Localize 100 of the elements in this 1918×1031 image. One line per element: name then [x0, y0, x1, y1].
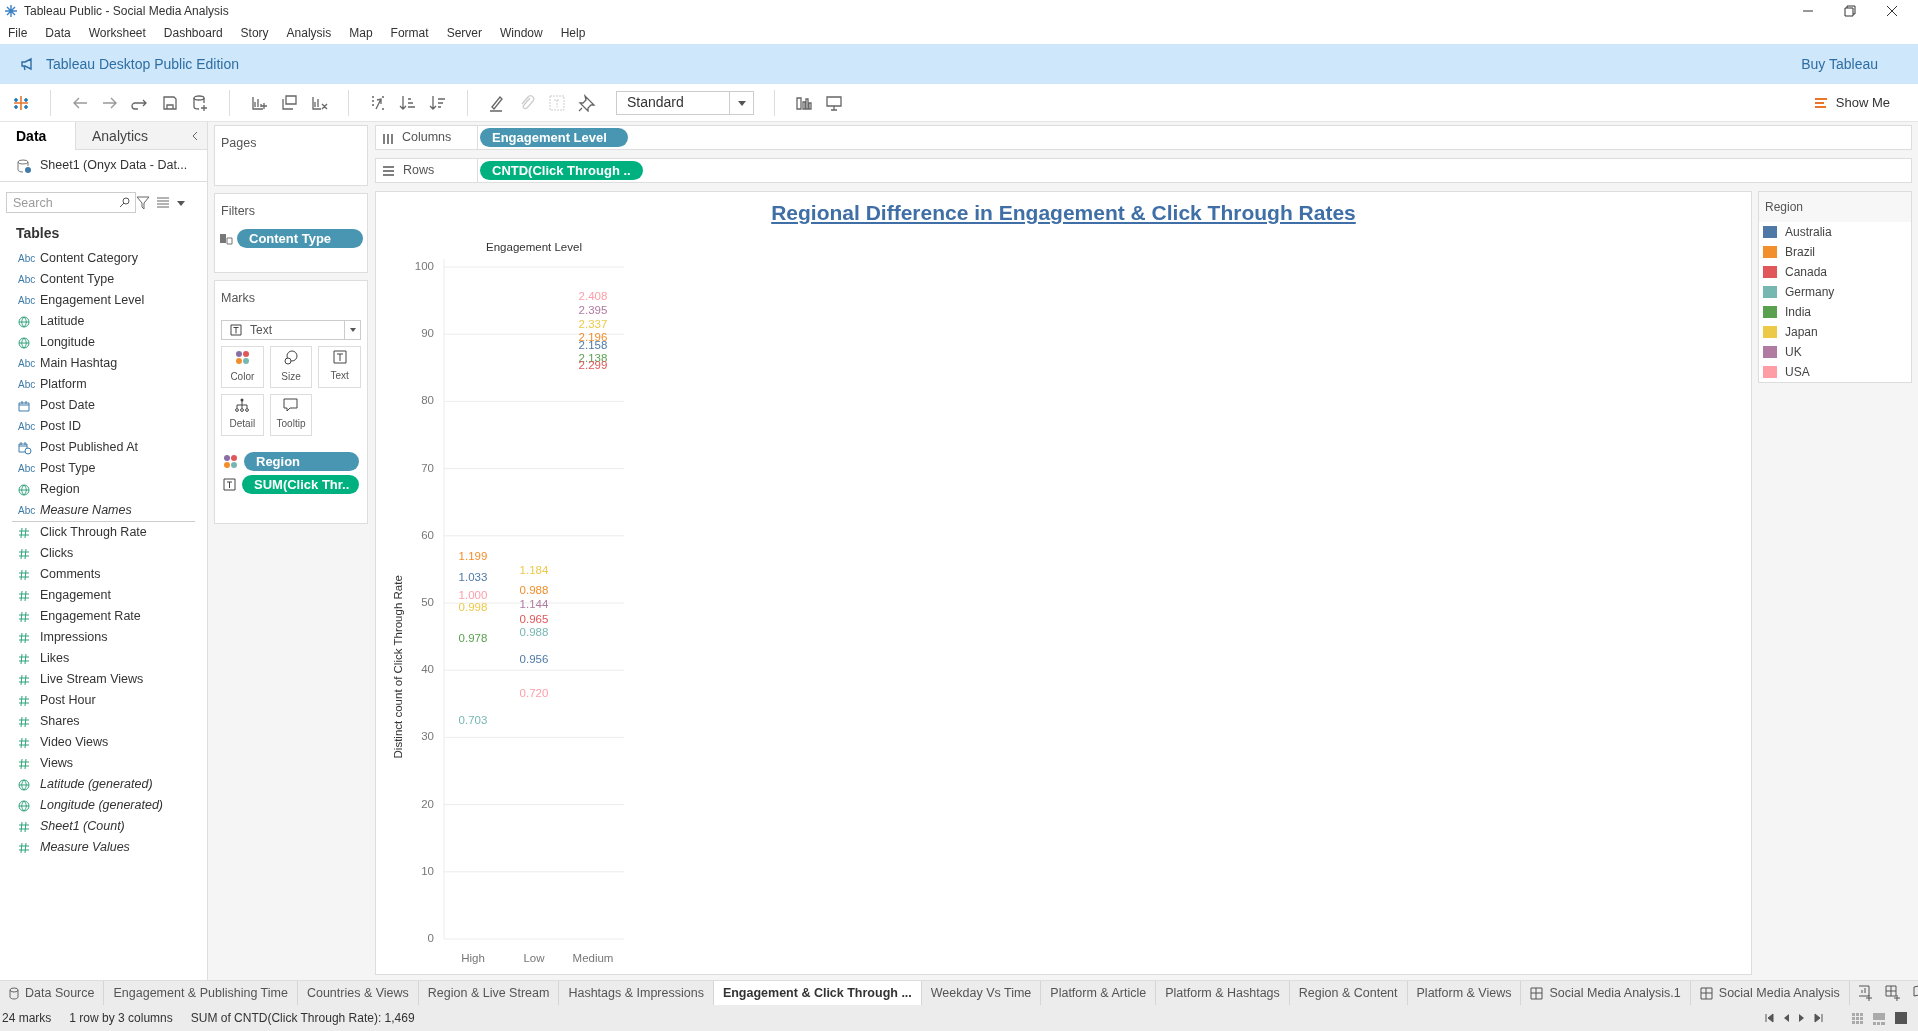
- sort-descending-icon[interactable]: [429, 93, 447, 112]
- field-name[interactable]: Clicks: [40, 544, 74, 563]
- tableau-logo-icon[interactable]: [12, 93, 30, 112]
- rows-icon: [382, 164, 395, 177]
- field-name[interactable]: Engagement Level: [40, 291, 145, 310]
- field-name[interactable]: Post Published At: [40, 438, 138, 457]
- field-name[interactable]: Content Type: [40, 270, 115, 289]
- field-name[interactable]: Longitude: [40, 333, 95, 352]
- field-name[interactable]: Latitude (generated): [40, 775, 153, 794]
- field-name[interactable]: Post ID: [40, 417, 81, 436]
- marks-button[interactable]: Tooltip: [269, 393, 313, 436]
- detail-icon: [235, 398, 250, 413]
- field-name[interactable]: Likes: [40, 649, 70, 668]
- text-mark: 1.033: [458, 572, 488, 584]
- axis-title: Distinct count of Click Through Rate: [392, 575, 404, 759]
- sheet-tab[interactable]: Engagement & Click Through ...: [713, 981, 922, 1005]
- duplicate-sheet-icon[interactable]: [280, 93, 298, 112]
- hash-icon: [18, 568, 30, 581]
- new-dashboard-icon[interactable]: [1884, 985, 1901, 1001]
- field-name[interactable]: Live Stream Views: [40, 670, 144, 689]
- app-icon: [4, 4, 18, 18]
- field-name[interactable]: Measure Values: [40, 838, 130, 857]
- field-name[interactable]: Engagement Rate: [40, 607, 141, 626]
- shelf[interactable]: Rows CNTD(Click Through ..: [375, 158, 1912, 183]
- columns-icon: [382, 131, 394, 144]
- menu-item[interactable]: File: [8, 24, 28, 42]
- menu-item[interactable]: Window: [499, 24, 543, 42]
- add-datasource-icon[interactable]: [191, 93, 209, 112]
- color-dots-icon: [234, 349, 250, 365]
- save-icon[interactable]: [161, 93, 179, 112]
- menu-item[interactable]: Help: [560, 24, 586, 42]
- marks-button[interactable]: Color: [221, 345, 264, 388]
- next-page-icon[interactable]: [1798, 1013, 1806, 1023]
- menu-item[interactable]: Dashboard: [163, 24, 223, 42]
- text-mark: 0.998: [458, 602, 488, 615]
- sort-ascending-icon[interactable]: [399, 93, 417, 112]
- menu-item[interactable]: Format: [390, 24, 429, 42]
- field-name[interactable]: Click Through Rate: [40, 523, 147, 542]
- menu-item[interactable]: Data: [45, 24, 71, 42]
- shelf-label: Columns: [402, 129, 452, 147]
- field-name[interactable]: Measure Names: [40, 501, 132, 520]
- menu-item[interactable]: Server: [446, 24, 482, 42]
- restore-icon[interactable]: [1844, 5, 1856, 17]
- text-icon: [230, 323, 242, 336]
- caret-icon[interactable]: [176, 199, 186, 206]
- column-header: Engagement Level: [486, 241, 582, 253]
- field-name[interactable]: Engagement: [40, 586, 111, 605]
- field-name[interactable]: Platform: [40, 375, 87, 394]
- field-name[interactable]: Impressions: [40, 628, 108, 647]
- card-title: Marks: [220, 290, 257, 307]
- close-icon[interactable]: [1886, 5, 1898, 17]
- field-name[interactable]: Video Views: [40, 733, 109, 752]
- hash-icon: [18, 736, 30, 749]
- menu-item[interactable]: Worksheet: [88, 24, 146, 42]
- mark-type-dropdown[interactable]: Text: [221, 319, 361, 340]
- marks-button[interactable]: Text: [318, 345, 361, 388]
- search-field[interactable]: Search: [6, 192, 136, 213]
- fit-dropdown[interactable]: Standard: [616, 90, 754, 115]
- pane-tab[interactable]: Analytics: [75, 122, 150, 150]
- text-mark: 1.199: [458, 551, 488, 564]
- tabs-view-icon[interactable]: [1894, 1011, 1908, 1025]
- text-mark: 2.299: [578, 360, 608, 373]
- field-name[interactable]: Views: [40, 754, 74, 773]
- new-sheet-icon[interactable]: [1857, 985, 1873, 1001]
- menu-item[interactable]: Map: [349, 24, 373, 42]
- presentation-icon[interactable]: [825, 93, 843, 112]
- menu-item[interactable]: Analysis: [286, 24, 332, 42]
- field-name[interactable]: Content Category: [40, 249, 138, 268]
- column-label: Low: [523, 952, 545, 964]
- pin-icon[interactable]: [578, 93, 596, 112]
- buy-link[interactable]: Buy Tableau: [1801, 53, 1898, 75]
- field-name[interactable]: Longitude (generated): [40, 796, 163, 815]
- field-name[interactable]: Main Hashtag: [40, 354, 118, 373]
- field-name[interactable]: Region: [40, 480, 80, 499]
- swap-icon[interactable]: [369, 93, 387, 112]
- legend-label: India: [1785, 304, 1812, 321]
- filter-icon[interactable]: [136, 195, 150, 210]
- text-mark: 2.395: [578, 305, 608, 318]
- collapse-icon[interactable]: [191, 130, 199, 141]
- field-name[interactable]: Comments: [40, 565, 101, 584]
- filter-datasource-icon: [219, 231, 233, 246]
- globe-icon: [18, 315, 30, 328]
- last-page-icon[interactable]: [1814, 1013, 1823, 1023]
- menu-item[interactable]: Story: [240, 24, 269, 42]
- show-me-button[interactable]: Show Me: [1813, 92, 1906, 113]
- marks-button[interactable]: Size: [269, 345, 313, 388]
- axis-tick-label: 80: [421, 394, 434, 407]
- shelf[interactable]: Columns Engagement Level: [375, 125, 1912, 150]
- first-page-icon[interactable]: [1765, 1013, 1774, 1023]
- field-name[interactable]: Latitude: [40, 312, 85, 331]
- field-name[interactable]: Shares: [40, 712, 80, 731]
- datasource-name[interactable]: Sheet1 (Onyx Data - Dat...: [40, 156, 188, 175]
- axis-tick-label: 60: [421, 528, 434, 541]
- field-name[interactable]: Sheet1 (Count): [40, 817, 125, 836]
- previous-page-icon[interactable]: [1782, 1013, 1790, 1023]
- field-name[interactable]: Post Hour: [40, 691, 96, 710]
- legend-label: Canada: [1785, 264, 1828, 281]
- field-name[interactable]: Post Date: [40, 396, 95, 415]
- marks-button[interactable]: Detail: [221, 393, 264, 436]
- field-name[interactable]: Post Type: [40, 459, 96, 478]
